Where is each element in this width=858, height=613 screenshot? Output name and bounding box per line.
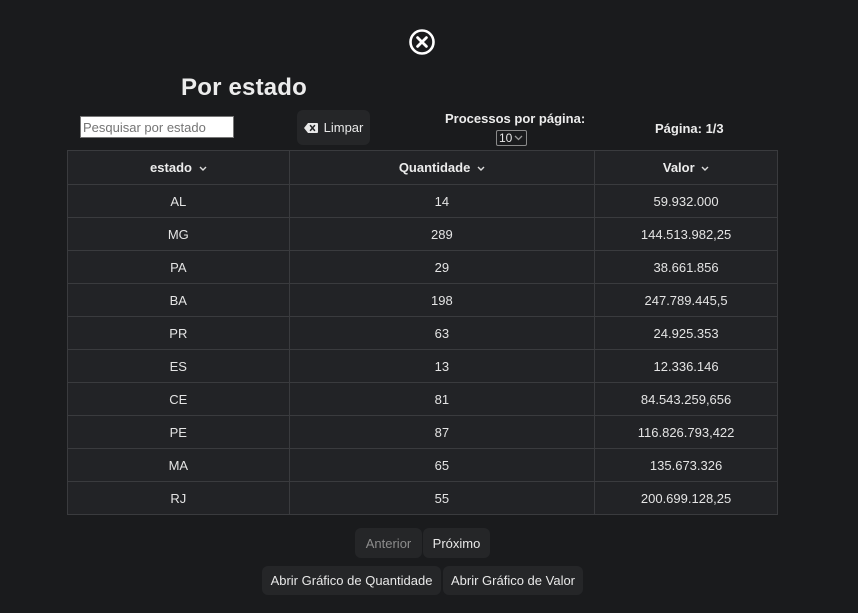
- cell-valor: 59.932.000: [594, 184, 778, 218]
- cell-quantidade: 289: [288, 217, 596, 251]
- cell-valor: 116.826.793,422: [594, 415, 778, 449]
- table-row: ES 13 12.336.146: [67, 349, 778, 383]
- chevron-down-icon: [477, 166, 485, 171]
- cell-estado: MA: [67, 448, 290, 482]
- cell-estado: AL: [67, 184, 290, 218]
- cell-quantidade: 87: [288, 415, 596, 449]
- chevron-down-icon: [701, 166, 709, 171]
- cell-valor: 12.336.146: [594, 349, 778, 383]
- close-button[interactable]: [408, 28, 436, 56]
- cell-estado: PA: [67, 250, 290, 284]
- cell-quantidade: 14: [288, 184, 596, 218]
- cell-valor: 135.673.326: [594, 448, 778, 482]
- cell-quantidade: 29: [288, 250, 596, 284]
- table-row: PR 63 24.925.353: [67, 316, 778, 350]
- chevron-down-icon: [199, 166, 207, 171]
- cell-estado: BA: [67, 283, 290, 317]
- state-modal: Por estado Limpar Processos por página: …: [0, 0, 858, 613]
- cell-quantidade: 65: [288, 448, 596, 482]
- per-page-value: 10: [499, 131, 513, 145]
- table-row: MG 289 144.513.982,25: [67, 217, 778, 251]
- cell-valor: 38.661.856: [594, 250, 778, 284]
- table-row: AL 14 59.932.000: [67, 184, 778, 218]
- cell-estado: CE: [67, 382, 290, 416]
- cell-quantidade: 63: [288, 316, 596, 350]
- per-page-label: Processos por página:: [445, 111, 586, 126]
- table-row: MA 65 135.673.326: [67, 448, 778, 482]
- cell-quantidade: 198: [288, 283, 596, 317]
- close-circle-icon: [409, 29, 435, 55]
- cell-valor: 247.789.445,5: [594, 283, 778, 317]
- previous-page-button[interactable]: Anterior: [355, 528, 422, 558]
- clear-button-label: Limpar: [323, 120, 364, 135]
- page-title: Por estado: [181, 74, 308, 101]
- state-table: estado Quantidade Valor AL 14 59.932.000 M…: [67, 150, 778, 515]
- table-row: PA 29 38.661.856: [67, 250, 778, 284]
- table-row: CE 81 84.543.259,656: [67, 382, 778, 416]
- cell-estado: MG: [67, 217, 290, 251]
- cell-valor: 200.699.128,25: [594, 481, 778, 515]
- cell-valor: 84.543.259,656: [594, 382, 778, 416]
- table-header-row: estado Quantidade Valor: [67, 150, 778, 185]
- backspace-icon: [303, 122, 318, 133]
- cell-valor: 24.925.353: [594, 316, 778, 350]
- cell-estado: PR: [67, 316, 290, 350]
- column-header-valor[interactable]: Valor: [594, 150, 778, 185]
- column-header-quantidade[interactable]: Quantidade: [288, 150, 596, 185]
- cell-quantidade: 55: [288, 481, 596, 515]
- page-indicator: Página: 1/3: [655, 121, 724, 136]
- table-row: BA 198 247.789.445,5: [67, 283, 778, 317]
- search-input[interactable]: [80, 116, 234, 138]
- cell-quantidade: 81: [288, 382, 596, 416]
- per-page-select[interactable]: 10: [496, 130, 527, 146]
- next-page-button[interactable]: Próximo: [423, 528, 490, 558]
- chevron-down-icon: [514, 135, 523, 141]
- open-quantity-chart-button[interactable]: Abrir Gráfico de Quantidade: [262, 566, 441, 595]
- clear-button[interactable]: Limpar: [297, 110, 370, 145]
- open-value-chart-button[interactable]: Abrir Gráfico de Valor: [443, 566, 583, 595]
- column-header-estado[interactable]: estado: [67, 150, 290, 185]
- cell-valor: 144.513.982,25: [594, 217, 778, 251]
- cell-estado: RJ: [67, 481, 290, 515]
- table-row: PE 87 116.826.793,422: [67, 415, 778, 449]
- cell-estado: PE: [67, 415, 290, 449]
- cell-quantidade: 13: [288, 349, 596, 383]
- table-row: RJ 55 200.699.128,25: [67, 481, 778, 515]
- cell-estado: ES: [67, 349, 290, 383]
